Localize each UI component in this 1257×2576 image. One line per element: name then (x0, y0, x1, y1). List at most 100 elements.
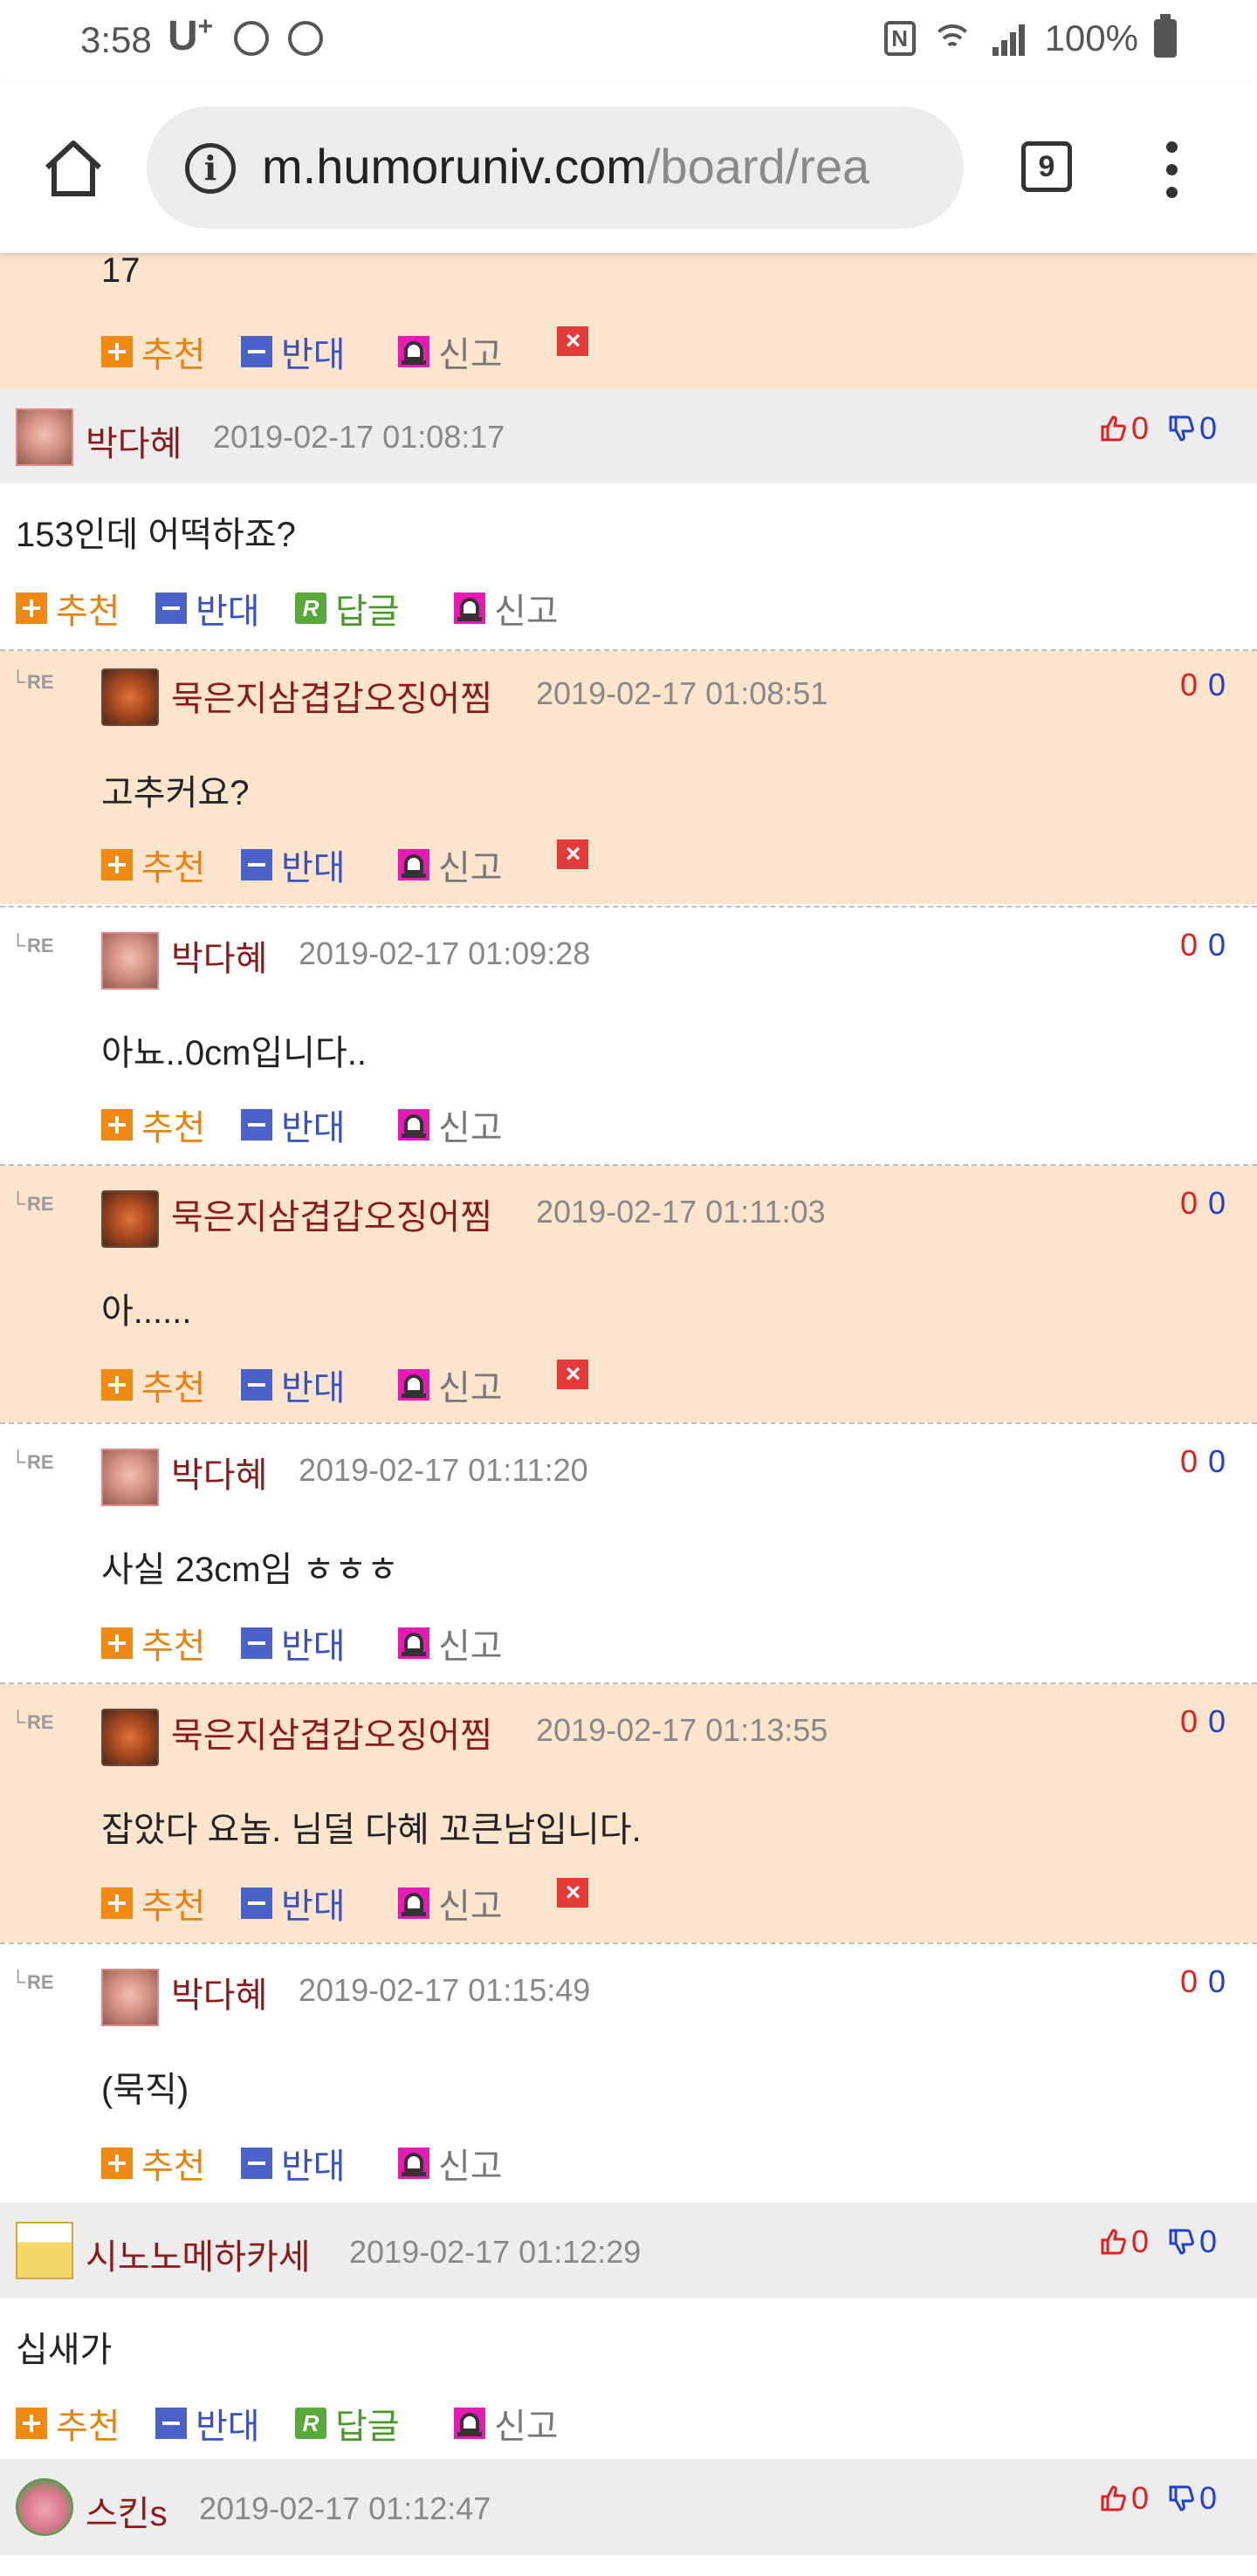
delete-button[interactable]: × (557, 326, 597, 356)
recommend-button[interactable]: 추천 (101, 1100, 206, 1150)
oppose-button[interactable]: 반대 (241, 2138, 346, 2189)
plus-icon (101, 1887, 133, 1919)
thumbs-down-icon[interactable] (1168, 2228, 1194, 2256)
recommend-button[interactable]: 추천 (101, 839, 206, 890)
avatar[interactable] (101, 932, 159, 990)
recommend-button[interactable]: 추천 (16, 583, 120, 634)
comment-date: 2019-02-17 01:12:29 (349, 2234, 642, 2270)
comment-nick[interactable]: 묵은지삼겹갑오징어찜 (171, 670, 492, 721)
oppose-button[interactable]: 반대 (241, 1618, 346, 1668)
oppose-button[interactable]: 반대 (241, 1100, 346, 1150)
report-button[interactable]: 신고 (398, 2138, 503, 2189)
avatar[interactable] (16, 408, 73, 466)
report-button[interactable]: 신고 (398, 1878, 503, 1929)
tab-switcher-button[interactable]: 9 (1021, 141, 1072, 192)
avatar[interactable] (101, 1449, 159, 1506)
recommend-button[interactable]: 추천 (101, 1878, 206, 1929)
comment-nick[interactable]: 스킨s (86, 2485, 168, 2536)
comment-content: 십새가 추천 반대 R 답글 신고 (0, 2299, 1257, 2459)
report-button[interactable]: 신고 (398, 1360, 503, 1410)
home-icon[interactable] (42, 138, 105, 199)
comment-reply: RE 박다혜 2019-02-17 01:15:49 00 (묵직) 추천 반대… (0, 1944, 1257, 2203)
recommend-button[interactable]: 추천 (101, 2138, 206, 2189)
comment-date: 2019-02-17 01:08:17 (213, 419, 505, 455)
oppose-button[interactable]: 반대 (241, 839, 346, 890)
report-button[interactable]: 신고 (398, 326, 503, 377)
url-text[interactable]: m.humoruniv.com/board/rea (262, 138, 869, 195)
comment-nick[interactable]: 박다혜 (171, 930, 267, 981)
reply-marker: RE (10, 670, 54, 695)
thumbs-up-icon[interactable] (1100, 414, 1126, 442)
avatar[interactable] (101, 668, 159, 726)
report-button[interactable]: 신고 (398, 839, 503, 890)
avatar[interactable] (101, 1969, 159, 2026)
comment-reply: RE 묵은지삼겹갑오징어찜 2019-02-17 01:13:55 00 잡았다… (0, 1684, 1257, 1942)
status-time: 3:58 (80, 19, 152, 60)
oppose-button[interactable]: 반대 (241, 1878, 346, 1929)
siren-icon (398, 1369, 429, 1401)
comment-header: 박다혜 2019-02-17 01:08:17 0 0 (0, 389, 1257, 483)
comment-nick[interactable]: 박다혜 (86, 415, 182, 466)
info-icon[interactable]: i (185, 143, 236, 194)
reply-marker: RE (10, 934, 54, 958)
plus-icon (16, 2408, 47, 2439)
battery-icon (1154, 14, 1177, 58)
delete-button[interactable]: × (557, 1878, 597, 1908)
reply-marker: RE (10, 1450, 54, 1475)
avatar[interactable] (16, 2478, 73, 2536)
report-button[interactable]: 신고 (454, 2398, 559, 2449)
comment-nick[interactable]: 묵은지삼겹갑오징어찜 (171, 1189, 492, 1239)
vote-counts: 00 (1180, 1703, 1226, 1739)
avatar[interactable] (101, 1190, 159, 1248)
thumbs-down-icon[interactable] (1168, 2484, 1194, 2512)
comment-nick[interactable]: 시노노메하카세 (86, 2229, 311, 2279)
recommend-button[interactable]: 추천 (16, 2398, 120, 2449)
vote-counts: 0 0 (1100, 410, 1217, 447)
delete-button[interactable]: × (557, 1360, 597, 1389)
report-button[interactable]: 신고 (454, 583, 559, 634)
thumbs-up-icon[interactable] (1100, 2228, 1126, 2256)
comment-body: 십새가 (16, 2331, 113, 2369)
comment-nick[interactable]: 박다혜 (171, 1967, 267, 2018)
comment-reply: RE 박다혜 2019-02-17 01:09:28 00 아뇨..0cm입니다… (0, 908, 1257, 1164)
signal-icon (989, 21, 1029, 56)
close-icon: × (557, 1878, 588, 1908)
comment-body: 잡았다 요놈. 님덜 다혜 꼬큰남입니다. (101, 1811, 642, 1849)
wifi-icon (931, 21, 973, 56)
comment-nick[interactable]: 묵은지삼겹갑오징어찜 (171, 1707, 492, 1757)
reply-button[interactable]: R 답글 (295, 583, 400, 634)
recommend-button[interactable]: 추천 (101, 1360, 206, 1410)
comment-date: 2019-02-17 01:09:28 (299, 935, 591, 971)
thumbs-up-icon[interactable] (1100, 2484, 1126, 2512)
recommend-button[interactable]: 추천 (101, 326, 206, 377)
comment-body: 아...... (101, 1292, 192, 1331)
vote-counts: 00 (1180, 927, 1226, 963)
url-bar[interactable]: i m.humoruniv.com/board/rea (147, 106, 964, 229)
avatar[interactable] (101, 1709, 159, 1766)
siren-icon (398, 2148, 429, 2179)
thumbs-down-icon[interactable] (1168, 414, 1194, 442)
reply-button[interactable]: R 답글 (295, 2398, 400, 2449)
plus-icon (101, 849, 133, 880)
report-button[interactable]: 신고 (398, 1618, 503, 1668)
recommend-button[interactable]: 추천 (101, 1618, 206, 1668)
comment-nick[interactable]: 박다혜 (171, 1447, 267, 1497)
avatar[interactable] (16, 2222, 73, 2279)
oppose-button[interactable]: 반대 (155, 2398, 260, 2449)
close-icon: × (557, 326, 588, 356)
battery-percent: 100% (1044, 17, 1138, 58)
oppose-button[interactable]: 반대 (241, 1360, 346, 1410)
browser-toolbar: i m.humoruniv.com/board/rea 9 (0, 84, 1257, 253)
report-button[interactable]: 신고 (398, 1100, 503, 1150)
comment-date: 2019-02-17 01:08:51 (536, 675, 828, 711)
siren-icon (398, 336, 429, 367)
vote-counts: 00 (1180, 1443, 1226, 1479)
delete-button[interactable]: × (557, 839, 597, 869)
comment-date: 2019-02-17 01:11:20 (299, 1452, 588, 1488)
minus-icon (241, 1369, 272, 1401)
android-icon (288, 21, 323, 56)
overflow-menu-icon[interactable] (1161, 138, 1182, 201)
oppose-button[interactable]: 반대 (155, 583, 260, 634)
oppose-button[interactable]: 반대 (241, 326, 346, 377)
siren-icon (398, 849, 429, 880)
